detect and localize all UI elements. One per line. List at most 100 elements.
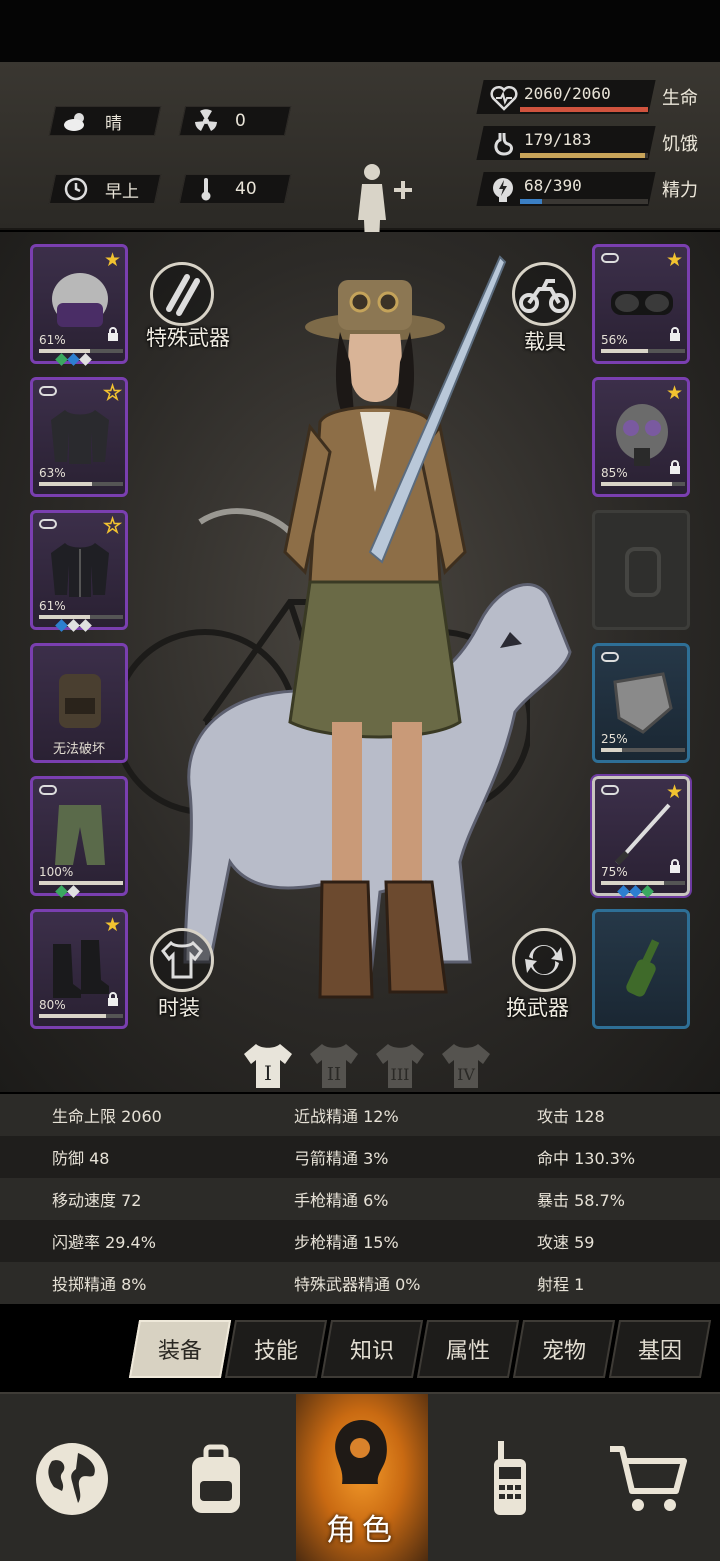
- equipment-slot-shield[interactable]: 25%: [592, 643, 690, 763]
- star-icon: ★: [103, 914, 121, 936]
- gem-sockets: [55, 353, 92, 366]
- energy-bar: 68/390 精力: [476, 172, 712, 208]
- stat-value: 手枪精通 6%: [294, 1191, 389, 1210]
- lock-icon: [108, 327, 118, 341]
- equipment-slot-bag-empty[interactable]: [592, 510, 690, 630]
- outfit-label: 时装: [158, 996, 200, 1020]
- character-subtabs: 装备 技能 知识 属性 宠物 基因: [128, 1320, 712, 1380]
- boots-icon: [53, 940, 109, 998]
- gem-icon: [55, 619, 68, 632]
- health-label: 生命: [662, 88, 698, 109]
- character-stats-table: 生命上限 2060 近战精通 12% 攻击 128 防御 48 弓箭精通 3% 命中 13…: [0, 1094, 720, 1304]
- switch-weapon-label: 换武器: [506, 996, 569, 1020]
- tab-pets[interactable]: 宠物: [512, 1320, 616, 1378]
- backpack-icon: [192, 1444, 240, 1513]
- durability-label: 61%: [39, 599, 66, 613]
- star-icon: ★: [103, 249, 121, 271]
- character-scene: ★ 61% ★ 63% ★ 61% 无法破坏 100% ★ 80% ★ 56% ★ 85% 25% ★ 75%…: [0, 232, 720, 1092]
- linked-icon: [39, 785, 57, 795]
- star-icon: ★: [103, 382, 122, 404]
- stat-value: 命中 130.3%: [537, 1149, 636, 1168]
- nav-radio[interactable]: [436, 1394, 580, 1561]
- star-icon: ★: [665, 382, 683, 404]
- radiation-icon: [193, 108, 219, 134]
- equipment-slot-goggles[interactable]: ★ 56%: [592, 244, 690, 364]
- durability-bar: [39, 349, 123, 353]
- clock-icon: [63, 176, 89, 202]
- weather-indicator: 晴: [48, 106, 162, 136]
- energy-label: 精力: [662, 180, 698, 201]
- equipment-slot-throwable[interactable]: [592, 909, 690, 1029]
- outfit-tab-3[interactable]: III: [372, 1036, 428, 1092]
- durability-bar: [601, 349, 685, 353]
- bottom-navigation: 角色: [0, 1392, 720, 1561]
- stat-value: 特殊武器精通 0%: [294, 1275, 421, 1294]
- cart-icon: [610, 1445, 687, 1511]
- durability-bar: [39, 1014, 123, 1018]
- stats-row: 生命上限 2060 近战精通 12% 攻击 128: [0, 1094, 720, 1136]
- nav-character[interactable]: 角色: [296, 1394, 428, 1561]
- stat-value: 射程 1: [537, 1275, 585, 1294]
- equipment-slot-shirt[interactable]: ★ 63%: [30, 377, 128, 497]
- hunger-bar: 179/183 饥饿: [476, 126, 712, 162]
- tab-pets-label: 宠物: [541, 1339, 586, 1364]
- equipment-slot-pants[interactable]: 100%: [30, 776, 128, 898]
- stat-value: 防御 48: [52, 1149, 110, 1168]
- equipment-slot-jacket[interactable]: ★ 61%: [30, 510, 128, 632]
- switch-weapon-button[interactable]: [512, 928, 576, 992]
- outfit-tab-1[interactable]: I: [240, 1036, 296, 1092]
- globe-icon: [36, 1442, 108, 1515]
- durability-label: 61%: [39, 333, 66, 347]
- tab-equipment[interactable]: 装备: [128, 1320, 232, 1378]
- outfit-tab-2[interactable]: II: [306, 1036, 362, 1092]
- katana-icon: [614, 803, 671, 866]
- star-icon: ★: [665, 249, 683, 271]
- gem-icon: [79, 353, 92, 366]
- lock-icon: [670, 859, 680, 873]
- outfit-button[interactable]: [150, 928, 214, 992]
- gem-icon: [79, 619, 92, 632]
- stat-value: 步枪精通 15%: [294, 1233, 399, 1252]
- stats-row: 防御 48 弓箭精通 3% 命中 130.3%: [0, 1136, 720, 1178]
- time-indicator: 早上: [48, 174, 162, 204]
- durability-bar: [39, 881, 123, 885]
- stomach-icon: [494, 132, 513, 156]
- tab-knowledge[interactable]: 知识: [320, 1320, 424, 1378]
- outfit-tab-4-label: IV: [457, 1065, 475, 1084]
- tab-attributes[interactable]: 属性: [416, 1320, 520, 1378]
- vehicle-button[interactable]: [512, 262, 576, 326]
- durability-label: 63%: [39, 466, 66, 480]
- stat-value: 移动速度 72: [52, 1191, 142, 1210]
- survivor-character-illustration: [283, 255, 507, 999]
- energy-value: 68/390: [524, 176, 582, 195]
- star-icon: ★: [103, 515, 122, 537]
- nav-inventory[interactable]: [144, 1394, 288, 1561]
- tab-genes[interactable]: 基因: [608, 1320, 712, 1378]
- equipment-slot-mask[interactable]: ★ 85%: [592, 377, 690, 497]
- stat-value: 生命上限 2060: [52, 1107, 162, 1126]
- special-weapon-button[interactable]: [150, 262, 214, 326]
- gem-icon: [67, 619, 80, 632]
- nav-shop[interactable]: [576, 1394, 720, 1561]
- nav-world-map[interactable]: [0, 1394, 144, 1561]
- energy-head-icon: [493, 178, 513, 202]
- gem-sockets: [617, 885, 654, 898]
- stats-row: 闪避率 29.4% 步枪精通 15% 攻速 59: [0, 1220, 720, 1262]
- equipment-slot-boots[interactable]: ★ 80%: [30, 909, 128, 1029]
- gem-icon: [67, 885, 80, 898]
- heart-icon: [490, 85, 518, 111]
- tab-skills[interactable]: 技能: [224, 1320, 328, 1378]
- equipment-slot-helmet[interactable]: ★ 61%: [30, 244, 128, 366]
- equipment-slot-weapon[interactable]: ★ 75%: [590, 774, 692, 898]
- vehicle-label: 载具: [524, 330, 566, 354]
- hunger-value: 179/183: [524, 130, 592, 149]
- equipment-slot-backpack[interactable]: 无法破坏: [30, 643, 128, 763]
- linked-icon: [39, 386, 57, 396]
- outfit-tab-1-label: I: [264, 1061, 272, 1085]
- radiation-value: 0: [235, 111, 246, 131]
- lock-icon: [670, 327, 680, 341]
- lock-icon: [108, 992, 118, 1006]
- stat-value: 攻速 59: [537, 1233, 595, 1252]
- durability-bar: [39, 615, 123, 619]
- outfit-tab-4[interactable]: IV: [438, 1036, 494, 1092]
